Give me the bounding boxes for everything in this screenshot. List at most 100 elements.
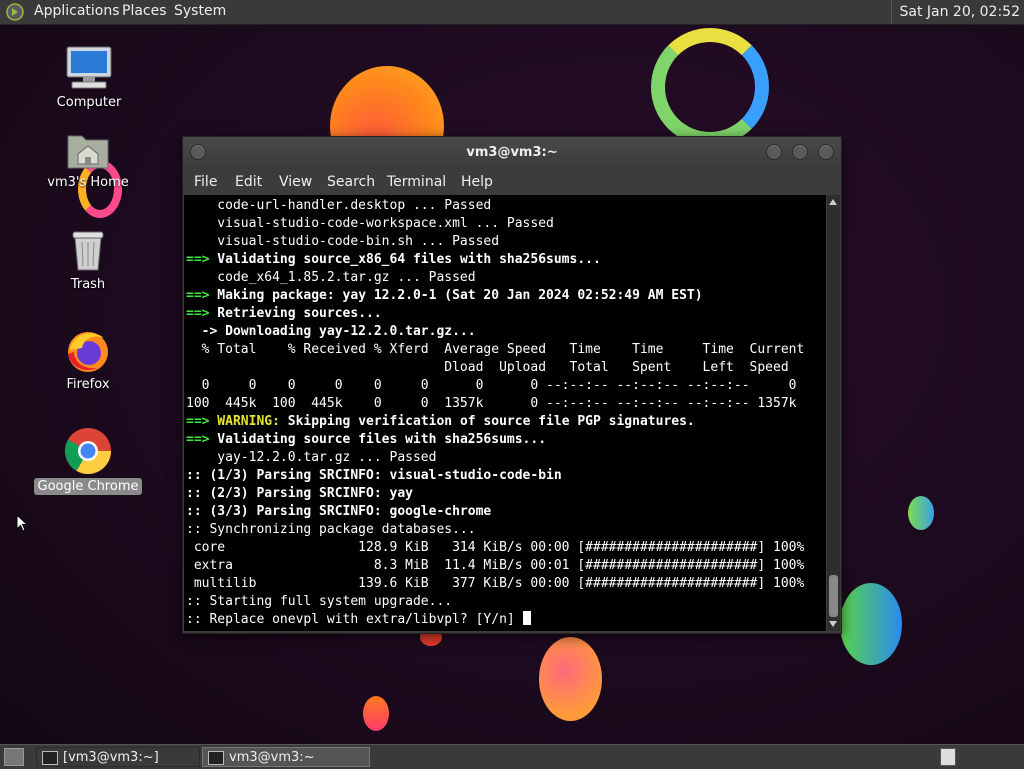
- terminal-line-text: Retrieving sources...: [209, 306, 381, 321]
- terminal-line-text: 100 445k 100 445k 0 0 1357k 0 --:--:-- -…: [186, 396, 796, 411]
- top-panel: Applications Places System Sat Jan 20, 0…: [0, 0, 1024, 25]
- menu-file[interactable]: File: [194, 174, 217, 190]
- home-folder-icon: [64, 128, 112, 172]
- desktop-icon-label: Computer: [53, 94, 126, 111]
- terminal-line-text: 0 0 0 0 0 0 0 0 --:--:-- --:--:-- --:--:…: [186, 378, 796, 393]
- terminal-line: Dload Upload Total Spent Left Speed: [186, 359, 804, 377]
- scrollbar-thumb[interactable]: [829, 575, 838, 617]
- terminal-output[interactable]: code-url-handler.desktop ... Passed visu…: [184, 195, 826, 631]
- window-title: vm3@vm3:~: [183, 145, 841, 160]
- terminal-line-text: :: Starting full system upgrade...: [186, 594, 452, 609]
- desktop-icon-computer[interactable]: Computer: [34, 44, 144, 111]
- clock[interactable]: Sat Jan 20, 02:52: [891, 0, 1024, 24]
- terminal-line-text: Skipping verification of source file PGP…: [280, 414, 695, 429]
- terminal-line-text: :: (1/3) Parsing SRCINFO: visual-studio-…: [186, 468, 562, 483]
- trash-icon: [68, 228, 108, 274]
- terminal-window[interactable]: vm3@vm3:~ File Edit View Search Terminal…: [182, 136, 842, 634]
- desktop-icon-label: Trash: [67, 276, 109, 293]
- desktop-icon-firefox[interactable]: Firefox: [33, 326, 143, 393]
- prompt-arrow: ==>: [186, 414, 209, 429]
- terminal-line: :: (2/3) Parsing SRCINFO: yay: [186, 485, 804, 503]
- terminal-line-text: visual-studio-code-workspace.xml ... Pas…: [186, 216, 554, 231]
- terminal-icon: [208, 751, 224, 765]
- terminal-line-text: multilib 139.6 KiB 377 KiB/s 00:00 [####…: [186, 576, 804, 591]
- terminal-line-text: :: Replace onevpl with extra/libvpl? [Y/…: [186, 612, 523, 627]
- terminal-line: :: Starting full system upgrade...: [186, 593, 804, 611]
- maximize-button[interactable]: [792, 144, 808, 160]
- terminal-line-text: Validating source files with sha256sums.…: [209, 432, 546, 447]
- terminal-line-text: core 128.9 KiB 314 KiB/s 00:00 [########…: [186, 540, 804, 555]
- firefox-icon: [64, 326, 112, 374]
- scroll-up-arrow-icon[interactable]: [829, 199, 837, 205]
- terminal-line: core 128.9 KiB 314 KiB/s 00:00 [########…: [186, 539, 804, 557]
- terminal-text: code-url-handler.desktop ... Passed visu…: [186, 197, 804, 629]
- terminal-line-text: extra 8.3 MiB 11.4 MiB/s 00:01 [########…: [186, 558, 804, 573]
- desktop-icon-trash[interactable]: Trash: [33, 228, 143, 293]
- menu-edit[interactable]: Edit: [235, 174, 262, 190]
- terminal-line: visual-studio-code-workspace.xml ... Pas…: [186, 215, 804, 233]
- wallpaper-ring: [651, 28, 769, 146]
- terminal-line: :: Replace onevpl with extra/libvpl? [Y/…: [186, 611, 804, 629]
- workspace-switcher[interactable]: [940, 748, 956, 766]
- desktop-icon-home[interactable]: vm3's Home: [33, 128, 143, 191]
- terminal-menubar: File Edit View Search Terminal Help: [183, 169, 841, 195]
- menu-view[interactable]: View: [279, 174, 312, 190]
- terminal-line: ==> Validating source files with sha256s…: [186, 431, 804, 449]
- wallpaper-green-blue-oval: [840, 583, 902, 665]
- terminal-line: yay-12.2.0.tar.gz ... Passed: [186, 449, 804, 467]
- minimize-button[interactable]: [766, 144, 782, 160]
- terminal-icon: [42, 751, 58, 765]
- warning-label: WARNING:: [209, 414, 279, 429]
- mouse-pointer-icon: [16, 514, 28, 532]
- scroll-down-arrow-icon[interactable]: [829, 621, 837, 627]
- terminal-line-text: :: (3/3) Parsing SRCINFO: google-chrome: [186, 504, 491, 519]
- terminal-line-text: Dload Upload Total Spent Left Speed: [186, 360, 789, 375]
- terminal-line-text: yay-12.2.0.tar.gz ... Passed: [186, 450, 436, 465]
- bottom-panel: [vm3@vm3:~] vm3@vm3:~: [0, 744, 1024, 769]
- computer-icon: [64, 44, 114, 92]
- applications-menu[interactable]: Applications: [34, 3, 120, 19]
- taskbar-item-label: vm3@vm3:~: [229, 750, 315, 765]
- menu-search[interactable]: Search: [327, 174, 375, 190]
- menu-help[interactable]: Help: [461, 174, 493, 190]
- terminal-line: % Total % Received % Xferd Average Speed…: [186, 341, 804, 359]
- system-menu[interactable]: System: [174, 3, 226, 19]
- terminal-line: ==> Making package: yay 12.2.0-1 (Sat 20…: [186, 287, 804, 305]
- show-desktop-icon[interactable]: [4, 748, 24, 766]
- terminal-line-text: :: (2/3) Parsing SRCINFO: yay: [186, 486, 413, 501]
- terminal-line: -> Downloading yay-12.2.0.tar.gz...: [186, 323, 804, 341]
- terminal-line: 100 445k 100 445k 0 0 1357k 0 --:--:-- -…: [186, 395, 804, 413]
- prompt-arrow: ==>: [186, 288, 209, 303]
- taskbar-item-terminal-1[interactable]: [vm3@vm3:~]: [36, 747, 200, 767]
- prompt-arrow: ==>: [186, 306, 209, 321]
- taskbar-item-terminal-2[interactable]: vm3@vm3:~: [202, 747, 370, 767]
- prompt-arrow: ==>: [186, 252, 209, 267]
- prompt-arrow: ==>: [186, 432, 209, 447]
- close-button[interactable]: [818, 144, 834, 160]
- terminal-line-text: % Total % Received % Xferd Average Speed…: [186, 342, 804, 357]
- terminal-line-text: visual-studio-code-bin.sh ... Passed: [186, 234, 499, 249]
- terminal-line: code-url-handler.desktop ... Passed: [186, 197, 804, 215]
- chrome-icon: [63, 426, 113, 476]
- terminal-line: :: Synchronizing package databases...: [186, 521, 804, 539]
- terminal-line: code_x64_1.85.2.tar.gz ... Passed: [186, 269, 804, 287]
- desktop-icon-label: Google Chrome: [34, 478, 143, 495]
- desktop-icon-label: vm3's Home: [43, 174, 133, 191]
- terminal-line: multilib 139.6 KiB 377 KiB/s 00:00 [####…: [186, 575, 804, 593]
- wallpaper-blue-oval: [908, 496, 934, 530]
- taskbar-item-label: [vm3@vm3:~]: [63, 750, 159, 765]
- menu-terminal[interactable]: Terminal: [387, 174, 446, 190]
- places-menu[interactable]: Places: [122, 3, 167, 19]
- terminal-titlebar[interactable]: vm3@vm3:~: [183, 137, 841, 169]
- terminal-line: :: (1/3) Parsing SRCINFO: visual-studio-…: [186, 467, 804, 485]
- terminal-line-text: :: Synchronizing package databases...: [186, 522, 476, 537]
- terminal-line-text: Making package: yay 12.2.0-1 (Sat 20 Jan…: [209, 288, 702, 303]
- terminal-line: extra 8.3 MiB 11.4 MiB/s 00:01 [########…: [186, 557, 804, 575]
- text-cursor: [523, 611, 531, 625]
- terminal-line: 0 0 0 0 0 0 0 0 --:--:-- --:--:-- --:--:…: [186, 377, 804, 395]
- desktop-icon-chrome[interactable]: Google Chrome: [33, 426, 143, 495]
- desktop-icon-label: Firefox: [62, 376, 113, 393]
- terminal-scrollbar[interactable]: [827, 195, 840, 631]
- terminal-line-text: -> Downloading yay-12.2.0.tar.gz...: [186, 324, 476, 339]
- mate-logo-icon[interactable]: [6, 3, 24, 21]
